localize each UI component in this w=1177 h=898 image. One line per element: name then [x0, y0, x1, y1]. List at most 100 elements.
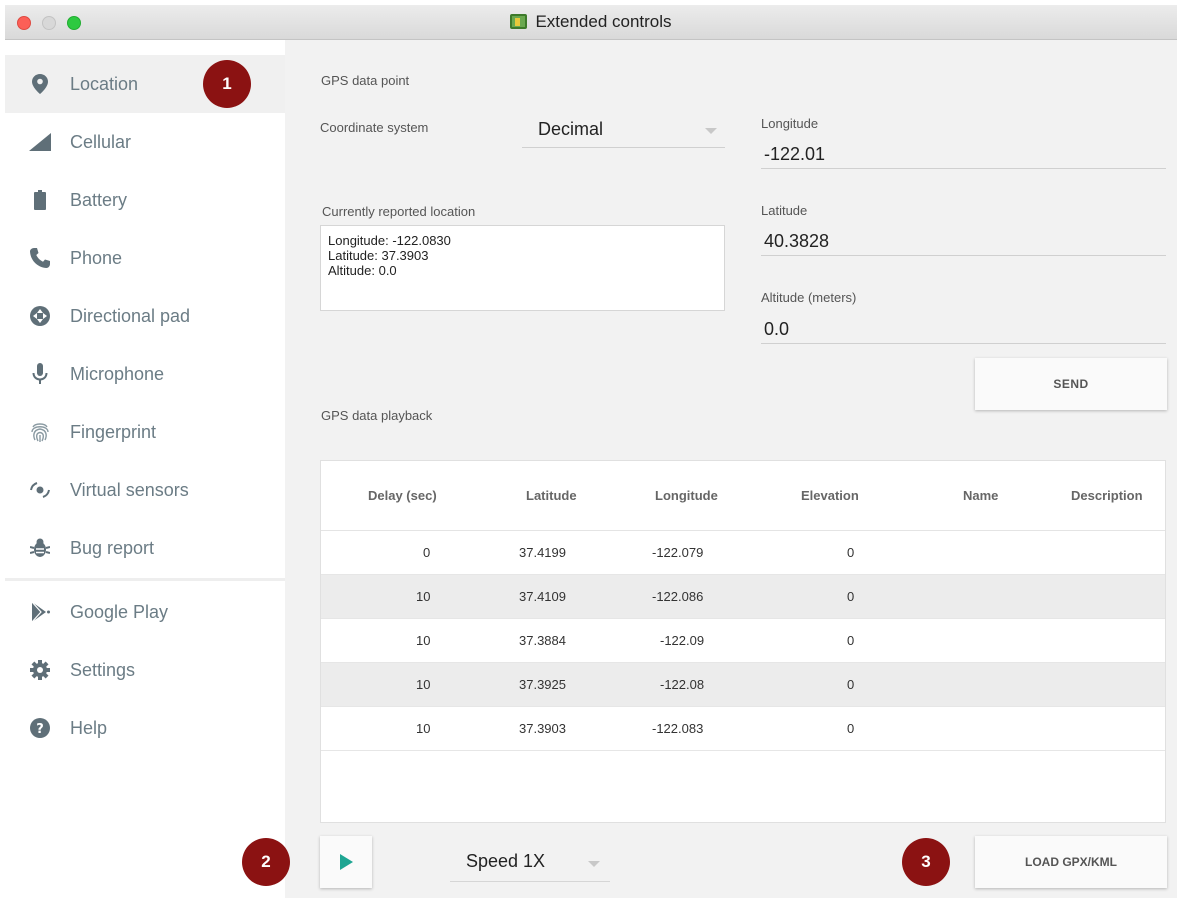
sidebar-item-settings[interactable]: Settings: [5, 641, 285, 699]
send-button[interactable]: SEND: [975, 358, 1167, 410]
virtual-sensors-icon: [29, 479, 51, 501]
table-row[interactable]: 10 37.3925 -122.08 0: [321, 663, 1165, 707]
table-row[interactable]: 10 37.4109 -122.086 0: [321, 575, 1165, 619]
column-header-name[interactable]: Name: [963, 488, 998, 503]
coordinate-system-underline: [522, 147, 725, 148]
latitude-underline: [761, 255, 1166, 256]
google-play-icon: [29, 601, 51, 623]
sidebar-item-label: Battery: [70, 189, 128, 210]
sidebar-item-bug-report[interactable]: Bug report: [5, 519, 285, 577]
cell-delay: 10: [416, 721, 431, 736]
sidebar-item-microphone[interactable]: Microphone: [5, 345, 285, 403]
column-header-delay[interactable]: Delay (sec): [368, 488, 437, 503]
sidebar-item-label: Cellular: [70, 131, 132, 152]
column-header-description[interactable]: Description: [1071, 488, 1143, 503]
callout-badge: 1: [203, 60, 251, 108]
sidebar-item-virtual-sensors[interactable]: Virtual sensors: [5, 461, 285, 519]
coordinate-system-label: Coordinate system: [320, 120, 429, 135]
current-location-longitude: Longitude: -122.0830: [328, 233, 451, 248]
sidebar-item-label: Microphone: [70, 363, 165, 384]
altitude-underline: [761, 343, 1166, 344]
cell-latitude: 37.3903: [519, 721, 566, 736]
cell-elevation: 0: [847, 721, 855, 736]
table-row[interactable]: 0 37.4199 -122.079 0: [321, 531, 1165, 575]
sidebar-item-google-play[interactable]: Google Play: [5, 583, 285, 641]
cell-delay: 0: [423, 545, 431, 560]
table-header: Delay (sec) Latitude Longitude Elevation…: [321, 461, 1165, 531]
coordinate-system-select[interactable]: Decimal: [522, 114, 725, 148]
cell-elevation: 0: [847, 633, 855, 648]
dropdown-caret-icon: [588, 861, 600, 867]
sidebar-item-label: Help: [70, 717, 108, 738]
column-header-latitude[interactable]: Latitude: [526, 488, 577, 503]
window-title-wrap: Extended controls: [5, 12, 1177, 32]
column-header-longitude[interactable]: Longitude: [655, 488, 718, 503]
window-titlebar: Extended controls: [5, 5, 1177, 40]
longitude-underline: [761, 168, 1166, 169]
play-button[interactable]: [320, 836, 372, 888]
longitude-field[interactable]: -122.01: [764, 144, 825, 165]
current-location-box: Longitude: -122.0830 Latitude: 37.3903 A…: [320, 225, 725, 311]
speed-value: Speed 1X: [466, 851, 546, 871]
app-icon: [510, 14, 528, 29]
gps-data-point-title: GPS data point: [321, 73, 410, 88]
sidebar-item-cellular[interactable]: Cellular: [5, 113, 285, 171]
table-row[interactable]: 10 37.3903 -122.083 0: [321, 707, 1165, 751]
cell-delay: 10: [416, 633, 431, 648]
current-location-altitude: Altitude: 0.0: [328, 263, 397, 278]
sidebar-item-label: Directional pad: [70, 305, 191, 326]
bug-icon: [29, 537, 51, 559]
sidebar-item-label: Phone: [70, 247, 123, 268]
latitude-label: Latitude: [761, 203, 808, 218]
cell-latitude: 37.4199: [519, 545, 566, 560]
sidebar-item-directional-pad[interactable]: Directional pad: [5, 287, 285, 345]
latitude-field[interactable]: 40.3828: [764, 231, 829, 252]
table-row[interactable]: 10 37.3884 -122.09 0: [321, 619, 1165, 663]
microphone-icon: [29, 363, 51, 385]
sidebar-item-battery[interactable]: Battery: [5, 171, 285, 229]
dropdown-caret-icon: [705, 128, 717, 134]
current-location-label: Currently reported location: [322, 204, 476, 219]
gear-icon: [29, 659, 51, 681]
speed-select[interactable]: Speed 1X: [450, 844, 610, 882]
gps-playback-title: GPS data playback: [321, 408, 433, 423]
cell-delay: 10: [416, 589, 431, 604]
cell-delay: 10: [416, 677, 431, 692]
sidebar-item-phone[interactable]: Phone: [5, 229, 285, 287]
dpad-icon: [29, 305, 51, 327]
cell-longitude: -122.079: [652, 545, 704, 560]
location-pin-icon: [29, 73, 51, 95]
window-title: Extended controls: [535, 12, 672, 31]
sidebar-item-fingerprint[interactable]: Fingerprint: [5, 403, 285, 461]
svg-text:?: ?: [36, 722, 44, 737]
sidebar-divider: [5, 578, 285, 581]
callout-badge: 2: [242, 838, 290, 886]
cell-longitude: -122.086: [652, 589, 704, 604]
location-panel: GPS data point Coordinate system Decimal…: [285, 40, 1177, 898]
cell-latitude: 37.3884: [519, 633, 566, 648]
altitude-label: Altitude (meters): [761, 290, 857, 305]
sidebar-item-help[interactable]: ? Help: [5, 699, 285, 757]
cell-longitude: -122.09: [660, 633, 705, 648]
cell-elevation: 0: [847, 677, 855, 692]
phone-icon: [29, 247, 51, 269]
load-gpx-kml-button[interactable]: LOAD GPX/KML: [975, 836, 1167, 888]
altitude-field[interactable]: 0.0: [764, 319, 789, 340]
cell-longitude: -122.08: [660, 677, 705, 692]
sidebar-item-label: Virtual sensors: [70, 479, 189, 500]
battery-icon: [29, 189, 51, 211]
cell-elevation: 0: [847, 545, 855, 560]
help-icon: ?: [29, 717, 51, 739]
fingerprint-icon: [29, 421, 51, 443]
play-icon: [340, 854, 353, 870]
sidebar-item-label: Bug report: [70, 537, 155, 558]
cell-longitude: -122.083: [652, 721, 704, 736]
cellular-signal-icon: [29, 131, 51, 153]
cell-latitude: 37.4109: [519, 589, 566, 604]
cell-latitude: 37.3925: [519, 677, 566, 692]
gps-playback-table: Delay (sec) Latitude Longitude Elevation…: [320, 460, 1166, 823]
coordinate-system-value: Decimal: [538, 119, 604, 139]
column-header-elevation[interactable]: Elevation: [801, 488, 859, 503]
longitude-label: Longitude: [761, 116, 819, 131]
cell-elevation: 0: [847, 589, 855, 604]
